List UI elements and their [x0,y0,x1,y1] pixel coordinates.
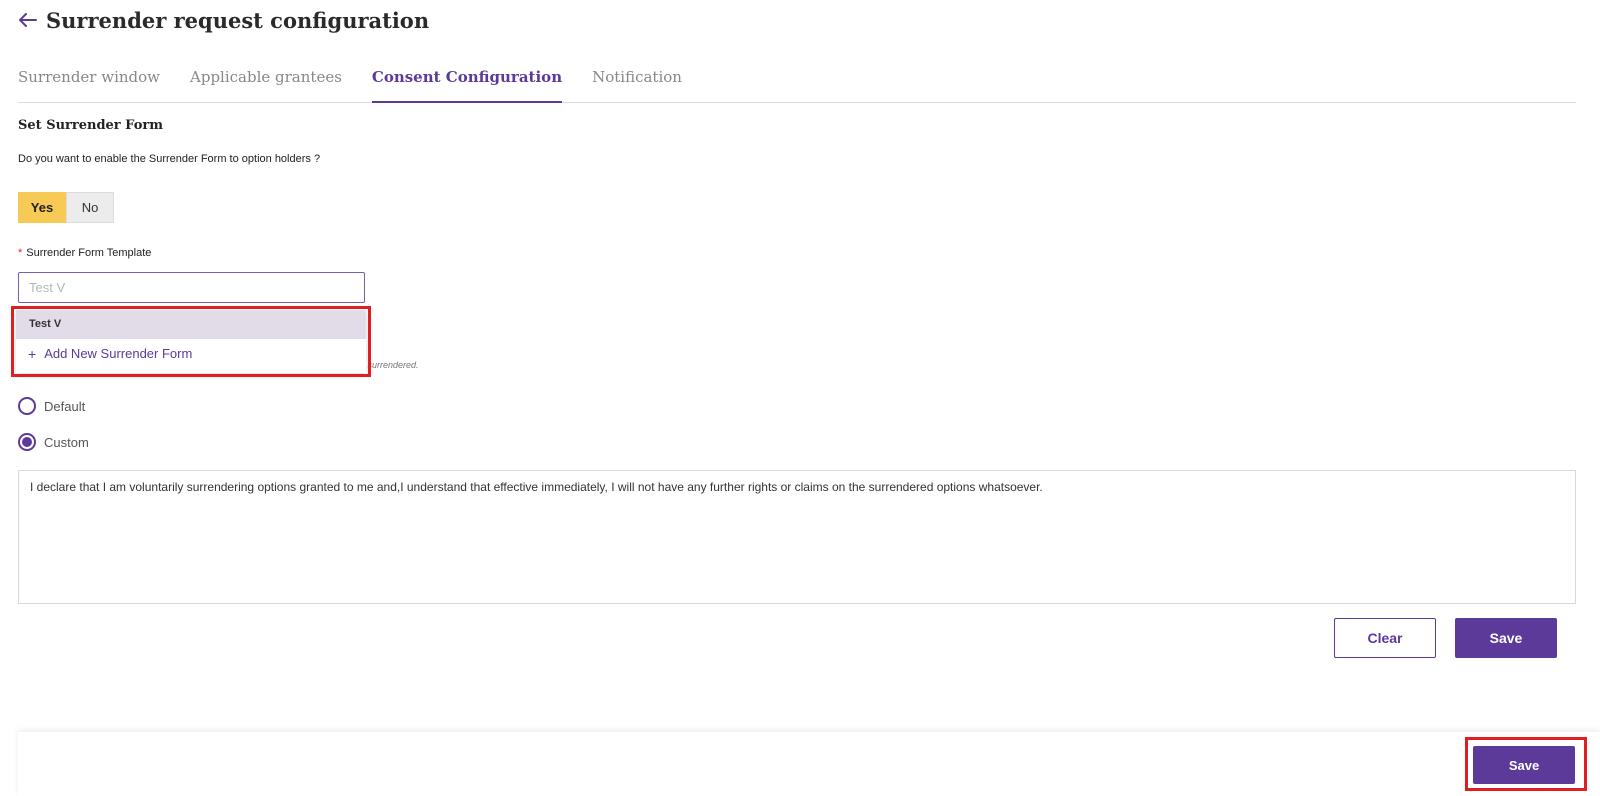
enable-form-question: Do you want to enable the Surrender Form… [18,153,321,165]
footer-save-highlight-box [1465,737,1587,791]
template-field-label: * Surrender Form Template [18,247,151,259]
radio-label-default: Default [44,398,86,414]
arrow-left-icon[interactable] [18,10,38,30]
save-button[interactable]: Save [1455,618,1557,658]
radio-selected-dot [22,437,32,447]
tab-notification[interactable]: Notification [592,58,682,103]
radio-label-custom: Custom [44,434,89,450]
radio-default[interactable]: Default [18,397,85,415]
required-marker: * [18,247,23,259]
tab-consent-configuration[interactable]: Consent Configuration [371,58,563,103]
no-toggle-button[interactable]: No [66,192,114,223]
surrender-form-template-input[interactable] [18,272,365,303]
yes-toggle-button[interactable]: Yes [18,192,66,223]
tab-surrender-window[interactable]: Surrender window [18,58,160,103]
radio-circle-custom[interactable] [18,433,36,451]
radio-circle-default[interactable] [18,397,36,415]
tab-bar: Surrender window Applicable grantees Con… [18,58,1576,103]
footer-bar [18,732,1600,796]
template-label-text: Surrender Form Template [26,247,152,259]
consent-text-area[interactable]: I declare that I am voluntarily surrende… [18,470,1576,604]
radio-custom[interactable]: Custom [18,433,89,451]
clear-button[interactable]: Clear [1334,618,1436,658]
page-header: Surrender request configuration [18,4,429,36]
enable-form-toggle: Yes No [18,192,114,223]
tab-applicable-grantees[interactable]: Applicable grantees [190,58,342,103]
page-title: Surrender request configuration [46,7,430,33]
dropdown-highlight-box [11,306,371,377]
section-title: Set Surrender Form [18,118,163,133]
